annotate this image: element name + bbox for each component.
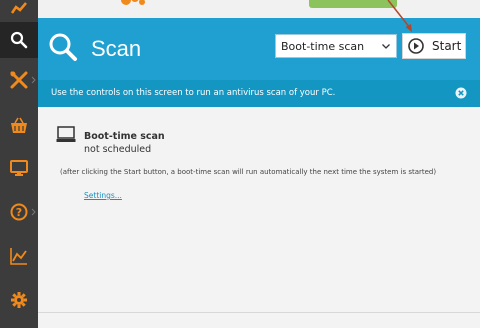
- play-icon: [408, 38, 424, 54]
- sidebar-item-help[interactable]: ?: [0, 194, 38, 230]
- logo-icon: [121, 0, 145, 5]
- info-text: Use the controls on this screen to run a…: [51, 88, 336, 98]
- chevron-right-icon: [31, 76, 36, 84]
- magnifier-icon: [49, 33, 77, 61]
- svg-text:?: ?: [16, 206, 22, 219]
- search-icon: [10, 31, 28, 49]
- sidebar-item-devices[interactable]: [0, 150, 38, 186]
- start-button[interactable]: Start: [402, 33, 466, 59]
- start-label: Start: [432, 39, 462, 53]
- store-icon: [11, 117, 27, 133]
- sidebar: ?: [0, 0, 38, 328]
- statistics-icon: [10, 248, 27, 265]
- divider: [38, 312, 480, 313]
- sidebar-item-scan[interactable]: [0, 22, 38, 58]
- boot-scan-note: (after clicking the Start button, a boot…: [60, 168, 437, 176]
- status-icon: [10, 2, 27, 14]
- monitor-icon: [10, 160, 28, 176]
- help-icon: ?: [10, 203, 28, 221]
- sidebar-item-tools[interactable]: [0, 62, 38, 98]
- sidebar-item-statistics[interactable]: [0, 238, 38, 274]
- page-title: Scan: [91, 36, 142, 61]
- sidebar-item-store[interactable]: [0, 108, 38, 144]
- boot-scan-status: not scheduled: [84, 144, 152, 155]
- chevron-right-icon: [31, 208, 36, 216]
- close-icon[interactable]: [455, 87, 467, 99]
- settings-gear-icon: [11, 292, 27, 308]
- settings-link[interactable]: Settings...: [84, 191, 122, 200]
- scan-type-select[interactable]: Boot-time scan: [275, 34, 397, 58]
- scan-type-value: Boot-time scan: [281, 39, 365, 53]
- boot-scan-title: Boot-time scan: [84, 131, 165, 142]
- annotation-arrow-icon: [387, 0, 412, 32]
- chevron-down-icon: [382, 44, 390, 49]
- content-area: Boot-time scan not scheduled (after clic…: [38, 107, 480, 328]
- tools-icon: [10, 71, 28, 89]
- sidebar-item-settings[interactable]: [0, 282, 38, 318]
- computer-icon: [56, 126, 76, 142]
- info-bar: Use the controls on this screen to run a…: [38, 80, 480, 107]
